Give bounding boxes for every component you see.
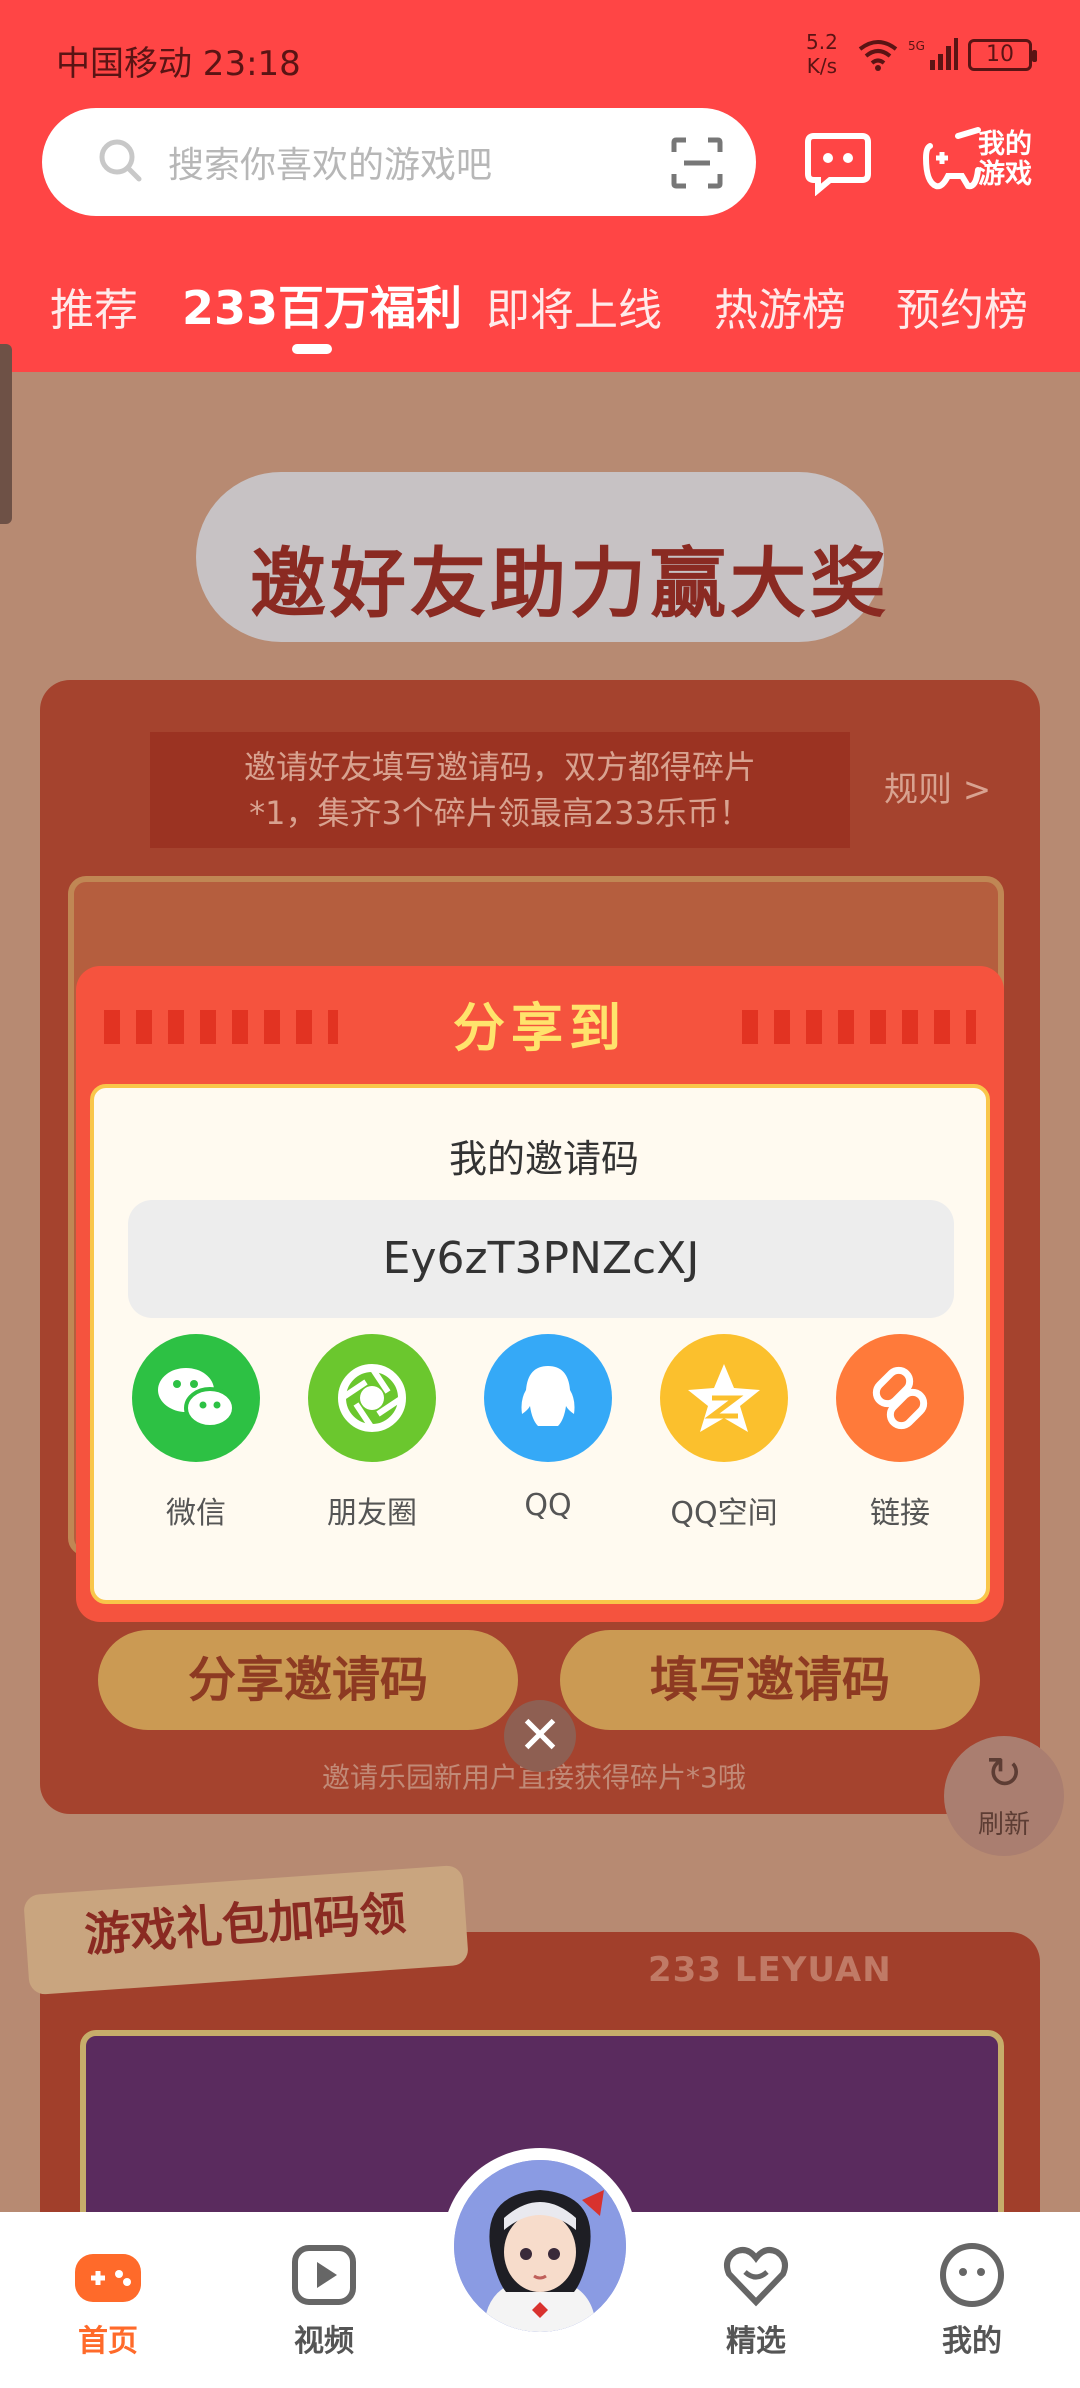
share-link[interactable]: 链接 <box>812 1334 988 1532</box>
profile-face-icon <box>937 2240 1007 2310</box>
network-speed-text: 5.2 K/s <box>806 30 838 78</box>
top-header: 中国移动 23:18 5.2 K/s 5G 10 搜索你喜欢的游戏吧 我的 游戏… <box>0 0 1080 372</box>
refresh-icon: ↻ <box>985 1748 1023 1799</box>
tab-recommend[interactable]: 推荐 <box>50 274 138 338</box>
tab-233-welfare[interactable]: 233百万福利 <box>182 272 462 338</box>
tab-coming-soon[interactable]: 即将上线 <box>486 274 662 338</box>
share-moments[interactable]: 朋友圈 <box>284 1334 460 1532</box>
qzone-icon <box>660 1334 788 1462</box>
tab-reservation[interactable]: 预约榜 <box>896 274 1028 338</box>
status-bar: 中国移动 23:18 5.2 K/s 5G 10 <box>0 0 1080 110</box>
search-placeholder: 搜索你喜欢的游戏吧 <box>168 145 493 186</box>
share-qq-label: QQ <box>524 1488 572 1523</box>
wechat-icon <box>132 1334 260 1462</box>
battery-level: 10 <box>986 42 1014 67</box>
nav-video[interactable]: 视频 <box>254 2240 394 2360</box>
status-icons: 5G 10 <box>858 38 1037 72</box>
tab-hot-games[interactable]: 热游榜 <box>714 274 846 338</box>
share-qq[interactable]: QQ <box>460 1334 636 1523</box>
event-title: 邀好友助力赢大奖 <box>250 539 890 628</box>
search-bar[interactable]: 搜索你喜欢的游戏吧 <box>42 108 756 216</box>
nav-home[interactable]: 首页 <box>38 2240 178 2360</box>
share-code-button[interactable]: 分享邀请码 <box>98 1630 518 1730</box>
my-games-button[interactable]: 我的 游戏 <box>922 126 1040 198</box>
share-dialog-title: 分享到 <box>452 999 627 1059</box>
nav-video-label: 视频 <box>294 2324 354 2359</box>
invite-code-label: 我的邀请码 <box>448 1137 639 1181</box>
wifi-icon <box>858 40 898 71</box>
link-icon <box>836 1334 964 1462</box>
fill-code-button[interactable]: 填写邀请码 <box>560 1630 980 1730</box>
heart-chat-icon <box>721 2240 791 2310</box>
refresh-label: 刷新 <box>977 1810 1030 1840</box>
center-avatar-button[interactable] <box>442 2148 638 2344</box>
event-note: 邀请好友填写邀请码，双方都得碎片 *1，集齐3个碎片领最高233乐币！ <box>150 732 850 848</box>
nav-featured[interactable]: 精选 <box>686 2240 826 2360</box>
share-qzone[interactable]: QQ空间 <box>636 1334 812 1532</box>
network-speed: 5.2 K/s <box>806 30 838 78</box>
nav-home-label: 首页 <box>78 2324 138 2359</box>
search-icon <box>99 139 142 182</box>
leyuan-label: 233 LEYUAN <box>648 1950 892 1990</box>
avatar <box>454 2160 626 2332</box>
moments-icon <box>308 1334 436 1462</box>
qq-icon <box>484 1334 612 1462</box>
share-panel: 我的邀请码 Ey6zT3PNZcXJ 微信 朋友圈 QQ QQ空间 链接 <box>90 1084 990 1604</box>
signal-icon: 5G <box>908 38 958 70</box>
my-games-label: 我的 游戏 <box>978 129 1032 190</box>
carrier-time: 中国移动 23:18 <box>56 44 301 84</box>
battery-icon: 10 <box>968 39 1037 71</box>
nav-featured-label: 精选 <box>726 2324 786 2359</box>
nav-mine-label: 我的 <box>942 2324 1002 2359</box>
side-drawer-handle[interactable] <box>0 344 12 524</box>
event-note-text: 邀请好友填写邀请码，双方都得碎片 *1，集齐3个碎片领最高233乐币！ <box>243 748 756 832</box>
gamepad-icon <box>922 127 981 190</box>
share-moments-label: 朋友圈 <box>327 1496 417 1531</box>
share-wechat[interactable]: 微信 <box>108 1334 284 1532</box>
gamepad-home-icon <box>73 2240 143 2310</box>
rule-link[interactable]: 规则 > <box>884 762 991 811</box>
close-icon: ✕ <box>518 1706 562 1766</box>
refresh-button[interactable]: ↻ 刷新 <box>944 1736 1064 1856</box>
svg-text:5G: 5G <box>908 39 925 53</box>
close-dialog-button[interactable]: ✕ <box>504 1700 576 1772</box>
tab-indicator <box>292 344 332 354</box>
tab-bar: 推荐 233百万福利 即将上线 热游榜 预约榜 <box>0 270 1080 366</box>
share-dialog: 分享到 我的邀请码 Ey6zT3PNZcXJ 微信 朋友圈 QQ QQ空间 链接 <box>76 966 1004 1622</box>
share-wechat-label: 微信 <box>166 1496 226 1531</box>
invite-code-box[interactable]: Ey6zT3PNZcXJ <box>128 1200 954 1318</box>
nav-mine[interactable]: 我的 <box>902 2240 1042 2360</box>
share-qzone-label: QQ空间 <box>670 1496 778 1531</box>
message-icon[interactable] <box>804 128 872 196</box>
share-link-label: 链接 <box>870 1496 930 1531</box>
scan-icon[interactable] <box>670 136 724 190</box>
video-icon <box>289 2240 359 2310</box>
